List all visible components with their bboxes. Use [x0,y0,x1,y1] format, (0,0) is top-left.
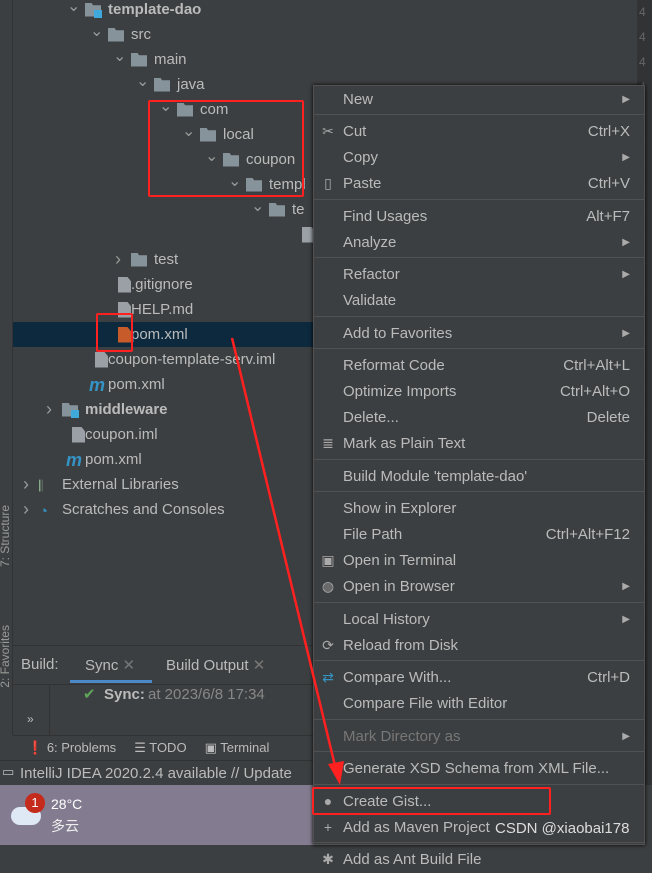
ant-icon: ✱ [322,851,334,867]
menu-item-add-as-ant-build-file[interactable]: ✱ Add as Ant Build File [314,847,644,873]
watermark: CSDN @xiaobai178 [495,820,630,837]
menu-item-label: Add as Ant Build File [343,851,482,868]
annotation-arrow [230,337,344,785]
